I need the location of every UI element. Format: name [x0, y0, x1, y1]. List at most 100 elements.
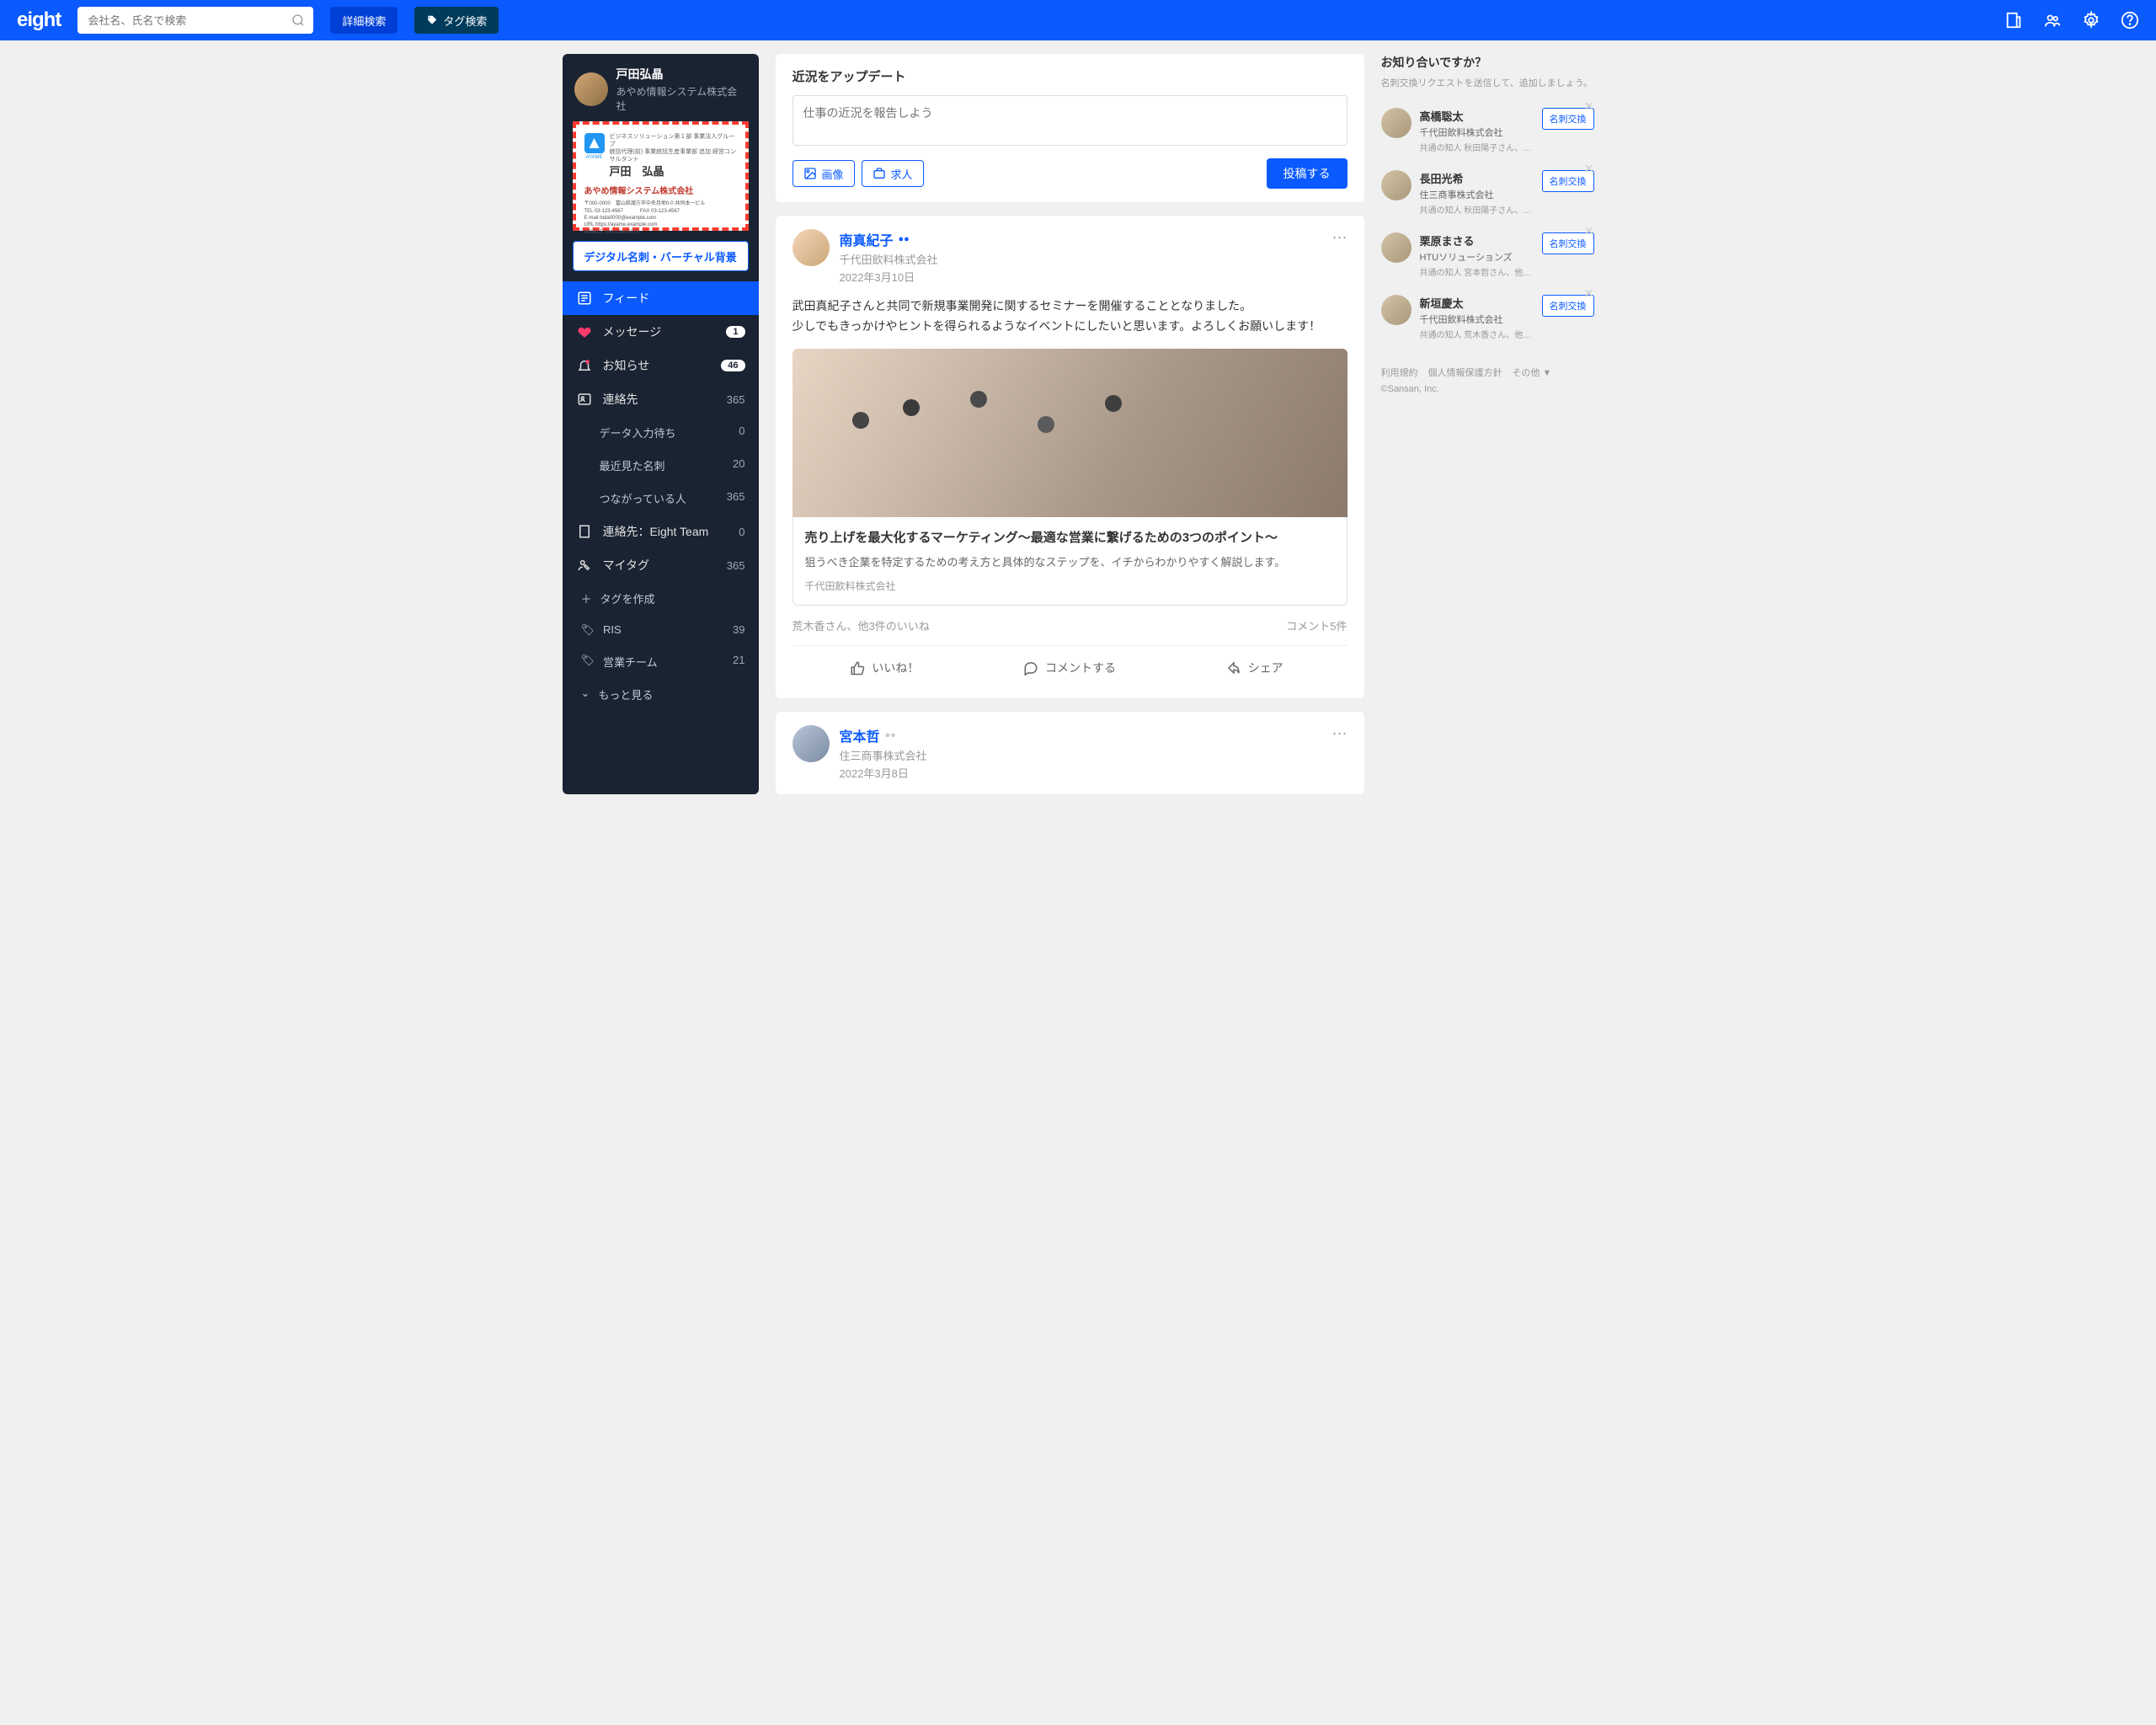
logo[interactable]: eight [17, 8, 61, 32]
post-company: 住三商事株式会社 [840, 747, 927, 763]
rightbar: お知り合いですか？ 名刺交換リクエストを送信して、追加しましょう。 ✕ 高橋聡太… [1381, 54, 1594, 794]
post-image[interactable] [792, 349, 1348, 517]
rightbar-title: お知り合いですか？ [1381, 54, 1594, 71]
business-card[interactable]: AYAME ビジネスソリューション第１部 事業法人グループ 統括代理(前) 事業… [573, 121, 749, 231]
contacts-icon [576, 392, 593, 407]
nav-sub-pending[interactable]: データ入力待ち0 [563, 416, 759, 449]
attach-image-button[interactable]: 画像 [792, 160, 855, 187]
post-menu-icon[interactable]: ⋯ [1332, 229, 1348, 285]
building-icon [576, 524, 593, 539]
main-column: 近況をアップデート 画像 求人 投稿する 南真紀子 [776, 54, 1364, 794]
link-privacy[interactable]: 個人情報保護方針 [1428, 366, 1502, 379]
close-icon[interactable]: ✕ [1584, 162, 1594, 176]
bell-icon [576, 358, 593, 373]
post-author[interactable]: 南真紀子 ●● [840, 229, 938, 249]
nav-feed[interactable]: フィード [563, 281, 759, 315]
search-input[interactable] [77, 7, 313, 34]
search-box [77, 7, 313, 34]
sidebar: 戸田弘晶 あやめ情報システム株式会社 AYAME ビジネスソリューション第１部 … [563, 54, 759, 794]
suggestion-mutual: 共通の知人 荒木香さん、他… [1420, 328, 1534, 340]
tag-icon: 🏷 [581, 623, 595, 637]
composer-input[interactable] [792, 95, 1348, 146]
suggestion-company: HTUソリューションズ [1420, 250, 1534, 264]
nav-eight-team[interactable]: 連絡先：Eight Team 0 [563, 515, 759, 548]
suggestion-mutual: 共通の知人 宮本哲さん、他… [1420, 265, 1534, 278]
nav-messages[interactable]: メッセージ 1 [563, 315, 759, 349]
nav-tag-ris[interactable]: 🏷RIS39 [563, 615, 759, 645]
nav-contacts[interactable]: 連絡先 365 [563, 382, 759, 416]
suggestion-name[interactable]: 長田光希 [1420, 170, 1534, 186]
post-menu-icon[interactable]: ⋯ [1332, 725, 1348, 781]
link-other[interactable]: その他 ▼ [1513, 366, 1552, 379]
rightbar-sub: 名刺交換リクエストを送信して、追加しましょう。 [1381, 76, 1594, 89]
close-icon[interactable]: ✕ [1584, 99, 1594, 114]
tag-search-button[interactable]: タグ検索 [414, 7, 499, 34]
help-icon[interactable] [2121, 11, 2139, 29]
footer-links: 利用規約 個人情報保護方針 その他 ▼ [1381, 366, 1594, 379]
nav-sub-recent[interactable]: 最近見た名刺20 [563, 449, 759, 482]
close-icon[interactable]: ✕ [1584, 224, 1594, 238]
suggestion-item: ✕ 長田光希 住三商事株式会社 共通の知人 秋田陽子さん、他… 名刺交換 [1381, 162, 1594, 224]
plus-icon: ＋ [581, 590, 592, 606]
verified-icon: ●● [899, 234, 910, 244]
post-date: 2022年3月10日 [840, 269, 938, 285]
profile-name: 戸田弘晶 [616, 66, 747, 83]
digital-card-button[interactable]: デジタル名刺・バーチャル背景 [573, 241, 749, 271]
badge: 46 [721, 360, 744, 371]
avatar[interactable] [1381, 108, 1412, 138]
avatar[interactable] [1381, 170, 1412, 200]
feed-icon [576, 291, 593, 306]
header-bar: eight 詳細検索 タグ検索 [0, 0, 2156, 40]
gear-icon[interactable] [2082, 11, 2100, 29]
avatar[interactable] [1381, 232, 1412, 263]
nav-tag-create[interactable]: ＋タグを作成 [563, 582, 759, 615]
search-icon[interactable] [291, 13, 305, 27]
suggestion-company: 住三商事株式会社 [1420, 188, 1534, 201]
suggestion-name[interactable]: 新垣慶太 [1420, 295, 1534, 311]
avatar[interactable] [1381, 295, 1412, 325]
avatar[interactable] [792, 725, 830, 762]
person-tag-icon [576, 558, 593, 573]
link-source: 千代田飲料株式会社 [805, 579, 1335, 593]
nav-mytag[interactable]: マイタグ 365 [563, 548, 759, 582]
link-card[interactable]: 売り上げを最大化するマーケティング〜最適な営業に繋げるための3つのポイント〜 狙… [792, 517, 1348, 606]
suggestion-mutual: 共通の知人 秋田陽子さん、… [1420, 141, 1534, 153]
tag-icon: 🏷 [581, 654, 595, 670]
nav-sub-connected[interactable]: つながっている人365 [563, 482, 759, 515]
building-icon[interactable] [2004, 11, 2023, 29]
card-logo-icon [584, 133, 605, 153]
nav-tag-more[interactable]: ⌄もっと見る [563, 678, 759, 711]
header-icons [2004, 11, 2139, 29]
comments-count[interactable]: コメント5件 [1286, 617, 1347, 633]
verified-icon: ●● [885, 730, 896, 740]
attach-job-button[interactable]: 求人 [862, 160, 924, 187]
comment-button[interactable]: コメントする [977, 651, 1162, 685]
suggestion-name[interactable]: 高橋聡太 [1420, 108, 1534, 124]
post-button[interactable]: 投稿する [1267, 158, 1348, 189]
share-button[interactable]: シェア [1162, 651, 1348, 685]
post-author[interactable]: 宮本哲 ●● [840, 725, 927, 745]
composer-title: 近況をアップデート [792, 67, 1348, 85]
suggestion-company: 千代田飲料株式会社 [1420, 312, 1534, 326]
post-body: 武田真紀子さんと共同で新規事業開発に関するセミナーを開催することとなりました。 … [792, 296, 1348, 337]
like-button[interactable]: いいね！ [792, 651, 978, 685]
copyright: ©Sansan, Inc. [1381, 384, 1594, 394]
close-icon[interactable]: ✕ [1584, 286, 1594, 301]
link-terms[interactable]: 利用規約 [1381, 366, 1418, 379]
composer-card: 近況をアップデート 画像 求人 投稿する [776, 54, 1364, 202]
advanced-search-button[interactable]: 詳細検索 [330, 7, 398, 34]
link-title: 売り上げを最大化するマーケティング〜最適な営業に繋げるための3つのポイント〜 [805, 529, 1335, 548]
chevron-down-icon: ⌄ [581, 686, 590, 702]
likes-count[interactable]: 荒木香さん、他3件のいいね [792, 617, 930, 633]
people-icon[interactable] [2043, 11, 2062, 29]
suggestion-item: ✕ 新垣慶太 千代田飲料株式会社 共通の知人 荒木香さん、他… 名刺交換 [1381, 286, 1594, 349]
post-date: 2022年3月8日 [840, 765, 927, 781]
avatar[interactable] [792, 229, 830, 266]
suggestion-name[interactable]: 栗原まさる [1420, 232, 1534, 248]
post-card: 南真紀子 ●● 千代田飲料株式会社 2022年3月10日 ⋯ 武田真紀子さんと共… [776, 216, 1364, 698]
link-desc: 狙うべき企業を特定するための考え方と具体的なステップを、イチからわかりやすく解説… [805, 554, 1335, 572]
post-card: 宮本哲 ●● 住三商事株式会社 2022年3月8日 ⋯ [776, 712, 1364, 794]
nav-tag-sales[interactable]: 🏷営業チーム21 [563, 645, 759, 678]
profile-block[interactable]: 戸田弘晶 あやめ情報システム株式会社 [563, 54, 759, 121]
nav-notifications[interactable]: お知らせ 46 [563, 349, 759, 382]
